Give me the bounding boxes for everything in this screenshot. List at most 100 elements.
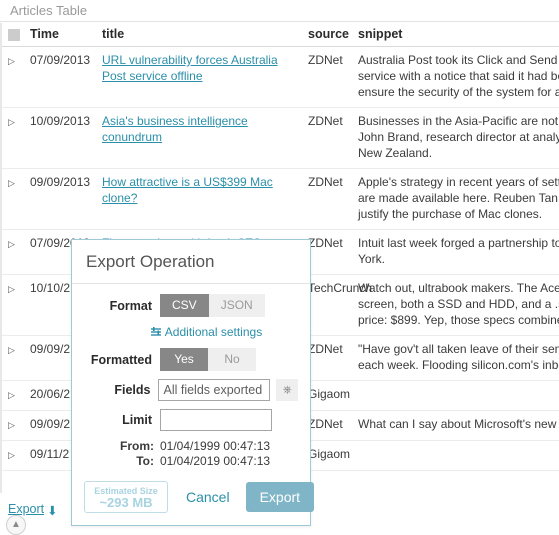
estimated-size-button[interactable]: Estimated Size ~293 MB xyxy=(84,481,168,513)
cell-snippet: Intuit last week forged a partnership to… xyxy=(352,229,559,275)
additional-settings-link[interactable]: Additional settings xyxy=(150,325,262,339)
cell-title: How attractive is a US$399 Mac clone? xyxy=(96,168,302,230)
triangle-right-icon[interactable]: ▷ xyxy=(8,450,15,460)
cell-source: ZDNet xyxy=(302,107,352,169)
cell-source: ZDNet xyxy=(302,168,352,230)
scroll-to-top-button[interactable]: ▲ xyxy=(6,515,26,535)
snippet-line: New Zealand. xyxy=(358,146,433,160)
snippet-line: each week. Flooding silicon.com's inbox xyxy=(358,358,559,372)
range-from-row: From: 01/04/1999 00:47:13 xyxy=(84,439,298,453)
triangle-right-icon[interactable]: ▷ xyxy=(8,239,15,249)
chevron-up-circle-icon: ▲ xyxy=(11,519,21,530)
row-expand-cell[interactable]: ▷ xyxy=(2,410,24,441)
dialog-footer: Estimated Size ~293 MB Cancel Export xyxy=(72,473,315,525)
format-option-json[interactable]: JSON xyxy=(208,294,265,317)
row-expand-cell[interactable]: ▷ xyxy=(2,274,24,336)
select-all-header[interactable] xyxy=(2,23,24,47)
fields-input[interactable] xyxy=(158,379,271,401)
cell-snippet: "Have gov't all taken leave of their sen… xyxy=(352,335,559,381)
export-link-label: Export xyxy=(8,502,45,516)
export-button[interactable]: Export xyxy=(245,482,315,512)
row-expand-cell[interactable]: ▷ xyxy=(2,440,24,471)
column-header-time[interactable]: Time xyxy=(24,23,96,47)
limit-input[interactable] xyxy=(160,409,272,431)
additional-settings-label: Additional settings xyxy=(164,325,263,339)
article-title-link[interactable]: How attractive is a US$399 Mac clone? xyxy=(102,175,273,205)
format-option-csv[interactable]: CSV xyxy=(160,294,209,317)
row-expand-cell[interactable]: ▷ xyxy=(2,335,24,381)
cell-snippet: Businesses in the Asia-Pacific are not c… xyxy=(352,107,559,169)
triangle-right-icon[interactable]: ▷ xyxy=(8,390,15,400)
snippet-line: justify the purchase of Mac clones. xyxy=(358,207,543,221)
formatted-option-yes[interactable]: Yes xyxy=(160,348,208,371)
chevron-up-circle-icon: ⎈ xyxy=(282,384,292,396)
cell-title: URL vulnerability forces Australia Post … xyxy=(96,46,302,108)
snippet-line: York. xyxy=(358,252,385,266)
articles-table-panel: Articles Table Time title source snippet… xyxy=(0,0,559,535)
format-toggle-group[interactable]: CSV JSON xyxy=(160,294,265,317)
cell-time: 07/09/2013 xyxy=(24,46,96,108)
article-title-link[interactable]: URL vulnerability forces Australia Post … xyxy=(102,53,278,83)
snippet-line: Apple's strategy in recent years of sett… xyxy=(358,175,559,189)
column-header-snippet[interactable]: snippet xyxy=(352,23,559,47)
row-expand-cell[interactable]: ▷ xyxy=(2,46,24,108)
table-header-row: Time title source snippet xyxy=(2,23,559,47)
snippet-line: "Have gov't all taken leave of their sen… xyxy=(358,342,559,356)
range-from-label: From: xyxy=(120,439,154,453)
triangle-right-icon[interactable]: ▷ xyxy=(8,178,15,188)
triangle-right-icon[interactable]: ▷ xyxy=(8,56,15,66)
column-header-title[interactable]: title xyxy=(96,23,302,47)
page-title: Articles Table xyxy=(0,0,559,22)
cell-source: ZDNet xyxy=(302,46,352,108)
range-from-value: 01/04/1999 00:47:13 xyxy=(160,439,271,453)
snippet-line: are made available here. Reuben Tan, ID xyxy=(358,191,559,205)
snippet-line: What can I say about Microsoft's new Sei xyxy=(358,417,559,431)
triangle-right-icon[interactable]: ▷ xyxy=(8,345,15,355)
dialog-title: Export Operation xyxy=(86,252,215,271)
cell-snippet: Apple's strategy in recent years of sett… xyxy=(352,168,559,230)
formatted-label: Formatted xyxy=(90,352,152,367)
row-expand-cell[interactable]: ▷ xyxy=(2,380,24,411)
formatted-row: Formatted Yes No xyxy=(84,348,298,371)
fields-label: Fields xyxy=(114,383,151,397)
range-to-value: 01/04/2019 00:47:13 xyxy=(160,454,271,468)
snippet-line: Watch out, ultrabook makers. The Acer A xyxy=(358,281,559,295)
formatted-toggle-group[interactable]: Yes No xyxy=(160,348,256,371)
estimated-size-value: ~293 MB xyxy=(99,495,153,510)
snippet-line: service with a notice that said it had b… xyxy=(358,69,559,83)
column-header-source[interactable]: source xyxy=(302,23,352,47)
dialog-body: Format CSV JSON Additional settings Form… xyxy=(72,284,310,473)
checkbox-icon[interactable] xyxy=(8,28,20,41)
triangle-right-icon[interactable]: ▷ xyxy=(8,284,15,294)
snippet-line: price: $899. Yep, those specs combine to xyxy=(358,313,559,327)
formatted-option-no[interactable]: No xyxy=(208,348,256,371)
cell-snippet: Australia Post took its Click and Send s… xyxy=(352,46,559,108)
snippet-line: screen, both a SSD and HDD, and a .51-in xyxy=(358,297,559,311)
dialog-header: Export Operation xyxy=(72,240,310,284)
cell-snippet xyxy=(352,380,559,411)
triangle-right-icon[interactable]: ▷ xyxy=(8,420,15,430)
limit-label: Limit xyxy=(122,413,152,427)
table-row[interactable]: ▷ 07/09/2013 URL vulnerability forces Aust… xyxy=(2,46,559,108)
export-operation-dialog: Export Operation Format CSV JSON Additio… xyxy=(71,239,315,526)
sliders-icon xyxy=(150,326,162,341)
fields-row: Fields ⎈ xyxy=(84,379,298,401)
row-expand-cell[interactable]: ▷ xyxy=(2,107,24,169)
cell-time: 10/09/2013 xyxy=(24,107,96,169)
snippet-line: John Brand, research director at analyst xyxy=(358,130,559,144)
table-row[interactable]: ▷ 10/09/2013 Asia's business intelligence … xyxy=(2,107,559,169)
cell-title: Asia's business intelligence conundrum xyxy=(96,107,302,169)
range-to-label: To: xyxy=(136,454,154,468)
cell-time: 09/09/2013 xyxy=(24,168,96,230)
table-row[interactable]: ▷ 09/09/2013 How attractive is a US$399 Ma… xyxy=(2,168,559,230)
fields-toggle-button[interactable]: ⎈ xyxy=(276,379,298,401)
row-expand-cell[interactable]: ▷ xyxy=(2,168,24,230)
limit-row: Limit xyxy=(84,409,298,431)
triangle-right-icon[interactable]: ▷ xyxy=(8,117,15,127)
download-icon: ⬇ xyxy=(47,504,58,518)
snippet-line: Businesses in the Asia-Pacific are not c… xyxy=(358,114,559,128)
cancel-button[interactable]: Cancel xyxy=(186,489,230,505)
snippet-line: Intuit last week forged a partnership to… xyxy=(358,236,559,250)
article-title-link[interactable]: Asia's business intelligence conundrum xyxy=(102,114,248,144)
row-expand-cell[interactable]: ▷ xyxy=(2,229,24,275)
